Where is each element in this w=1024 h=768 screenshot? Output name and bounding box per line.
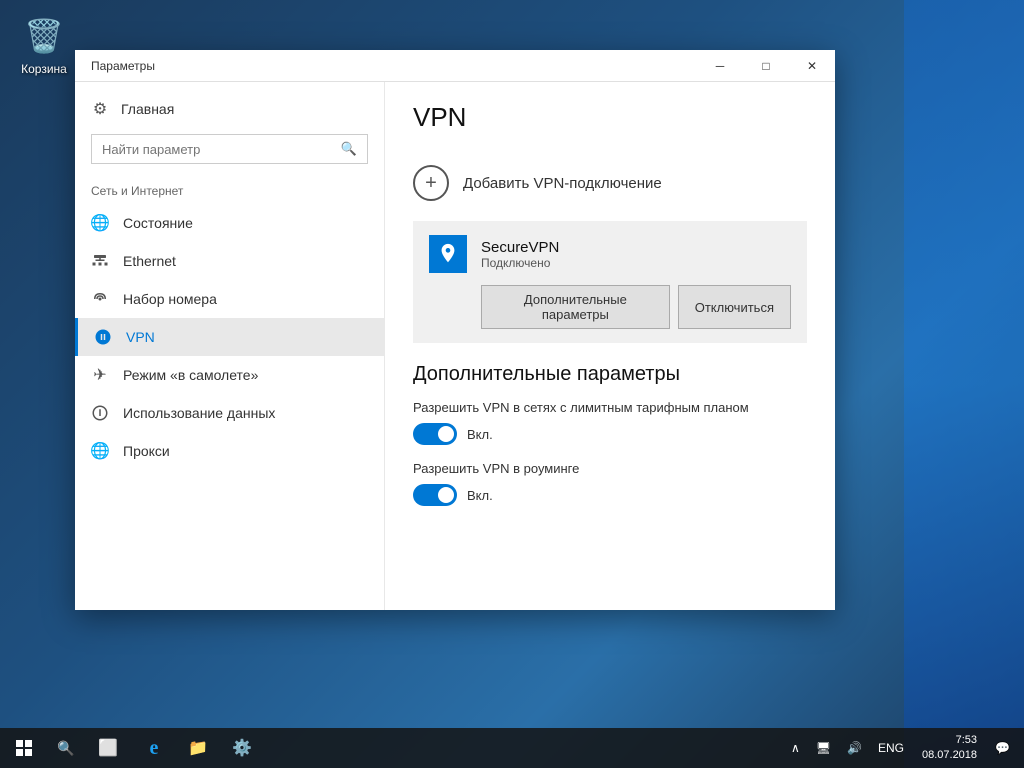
add-vpn-label: Добавить VPN-подключение [463, 175, 662, 192]
vpn-card-name: SecureVPN [481, 239, 559, 256]
network-icon: 🖥 [816, 741, 831, 755]
sidebar-item-label-vpn: VPN [126, 329, 155, 345]
system-tray-arrow[interactable]: ∧ [785, 728, 806, 768]
volume-tray-icon[interactable]: 🔊 [841, 728, 868, 768]
dialup-icon [91, 290, 109, 308]
notification-icon: 💬 [995, 741, 1010, 755]
settings-icon: ⚙️ [232, 738, 252, 758]
sidebar-section-label: Сеть и Интернет [75, 172, 384, 204]
vpn-advanced-button[interactable]: Дополнительные параметры [481, 285, 670, 329]
title-bar: Параметры ─ □ ✕ [75, 50, 835, 82]
vpn-card-icon [429, 235, 467, 273]
desktop-deco [904, 0, 1024, 768]
status-icon: 🌐 [91, 214, 109, 232]
sidebar: ⚙ Главная 🔍 Сеть и Интернет 🌐 Состояние [75, 82, 385, 610]
taskbar-clock[interactable]: 7:53 08.07.2018 [914, 728, 985, 768]
sidebar-item-proxy[interactable]: 🌐 Прокси [75, 432, 384, 470]
explorer-taskbar-button[interactable]: 📁 [176, 728, 220, 768]
settings-taskbar-button[interactable]: ⚙️ [220, 728, 264, 768]
task-view-button[interactable]: ⬜ [84, 728, 132, 768]
taskbar-right: ∧ 🖥 🔊 ENG 7:53 08.07.2018 💬 [785, 728, 1024, 768]
sidebar-item-dialup[interactable]: Набор номера [75, 280, 384, 318]
sidebar-item-label-status: Состояние [123, 215, 193, 231]
edge-icon: e [150, 737, 159, 760]
vpn-card: SecureVPN Подключено Дополнительные пара… [413, 221, 807, 343]
ethernet-icon [91, 252, 109, 270]
network-tray-icon[interactable]: 🖥 [810, 728, 837, 768]
language-label: ENG [878, 741, 904, 755]
desktop: 🗑️ Корзина Параметры ─ □ ✕ ⚙ Главная [0, 0, 1024, 768]
close-button[interactable]: ✕ [789, 50, 835, 82]
taskbar-left: 🔍 ⬜ e 📁 ⚙️ [0, 728, 264, 768]
notification-button[interactable]: 💬 [989, 728, 1016, 768]
vpn-icon [94, 328, 112, 346]
volume-icon: 🔊 [847, 741, 862, 755]
sidebar-home-label: Главная [121, 101, 174, 117]
sidebar-item-ethernet[interactable]: Ethernet [75, 242, 384, 280]
explorer-icon: 📁 [188, 738, 208, 758]
proxy-icon: 🌐 [91, 442, 109, 460]
toggle-metered-desc: Разрешить VPN в сетях с лимитным тарифны… [413, 400, 807, 415]
window-controls: ─ □ ✕ [697, 50, 835, 82]
sidebar-item-label-ethernet: Ethernet [123, 253, 176, 269]
vpn-card-top: SecureVPN Подключено [429, 235, 791, 273]
edge-taskbar-button[interactable]: e [132, 728, 176, 768]
taskbar: 🔍 ⬜ e 📁 ⚙️ ∧ 🖥 [0, 728, 1024, 768]
toggle-metered-switch[interactable] [413, 423, 457, 445]
content-title: VPN [413, 102, 807, 133]
sidebar-item-datausage[interactable]: Использование данных [75, 394, 384, 432]
search-box[interactable]: 🔍 [91, 134, 368, 164]
clock-time: 7:53 [956, 733, 977, 748]
start-button[interactable] [0, 728, 48, 768]
vpn-card-status: Подключено [481, 256, 559, 270]
sidebar-item-label-dialup: Набор номера [123, 291, 217, 307]
sidebar-item-label-airplane: Режим «в самолете» [123, 367, 258, 383]
content-area: VPN + Добавить VPN-подключение [385, 82, 835, 610]
sidebar-item-airplane[interactable]: ✈ Режим «в самолете» [75, 356, 384, 394]
search-input[interactable] [102, 142, 333, 157]
toggle-metered-label: Вкл. [467, 427, 493, 442]
add-vpn-button[interactable]: + Добавить VPN-подключение [413, 153, 807, 213]
recycle-bin-label: Корзина [21, 62, 67, 76]
task-view-icon: ⬜ [98, 738, 118, 758]
vpn-disconnect-button[interactable]: Отключиться [678, 285, 791, 329]
taskbar-search-button[interactable]: 🔍 [48, 728, 84, 768]
sidebar-item-label-datausage: Использование данных [123, 405, 275, 421]
home-icon: ⚙ [91, 100, 109, 118]
airplane-icon: ✈ [91, 366, 109, 384]
toggle-roaming-group: Вкл. [413, 484, 807, 506]
sidebar-item-label-proxy: Прокси [123, 443, 170, 459]
window-title: Параметры [91, 59, 155, 73]
taskbar-search-icon: 🔍 [57, 740, 74, 757]
tray-expand-icon: ∧ [791, 741, 800, 755]
window-body: ⚙ Главная 🔍 Сеть и Интернет 🌐 Состояние [75, 82, 835, 610]
add-vpn-plus-icon: + [413, 165, 449, 201]
vpn-card-info: SecureVPN Подключено [481, 239, 559, 270]
toggle-roaming-label: Вкл. [467, 488, 493, 503]
vpn-card-buttons: Дополнительные параметры Отключиться [429, 285, 791, 329]
clock-date: 08.07.2018 [922, 748, 977, 763]
sidebar-item-status[interactable]: 🌐 Состояние [75, 204, 384, 242]
toggle-roaming-switch[interactable] [413, 484, 457, 506]
recycle-bin-icon[interactable]: 🗑️ Корзина [12, 12, 76, 76]
sidebar-home[interactable]: ⚙ Главная [75, 92, 384, 126]
maximize-button[interactable]: □ [743, 50, 789, 82]
minimize-button[interactable]: ─ [697, 50, 743, 82]
sidebar-item-vpn[interactable]: VPN [75, 318, 384, 356]
toggle-roaming-row: Разрешить VPN в роуминге Вкл. [413, 461, 807, 506]
search-icon: 🔍 [341, 141, 357, 157]
datausage-icon [91, 404, 109, 422]
toggle-metered-group: Вкл. [413, 423, 807, 445]
language-tray[interactable]: ENG [872, 728, 910, 768]
settings-window: Параметры ─ □ ✕ ⚙ Главная 🔍 [75, 50, 835, 610]
toggle-roaming-desc: Разрешить VPN в роуминге [413, 461, 807, 476]
windows-logo-icon [16, 740, 32, 756]
toggle-metered-row: Разрешить VPN в сетях с лимитным тарифны… [413, 400, 807, 445]
recycle-bin-img: 🗑️ [20, 12, 68, 60]
additional-settings-title: Дополнительные параметры [413, 363, 807, 386]
